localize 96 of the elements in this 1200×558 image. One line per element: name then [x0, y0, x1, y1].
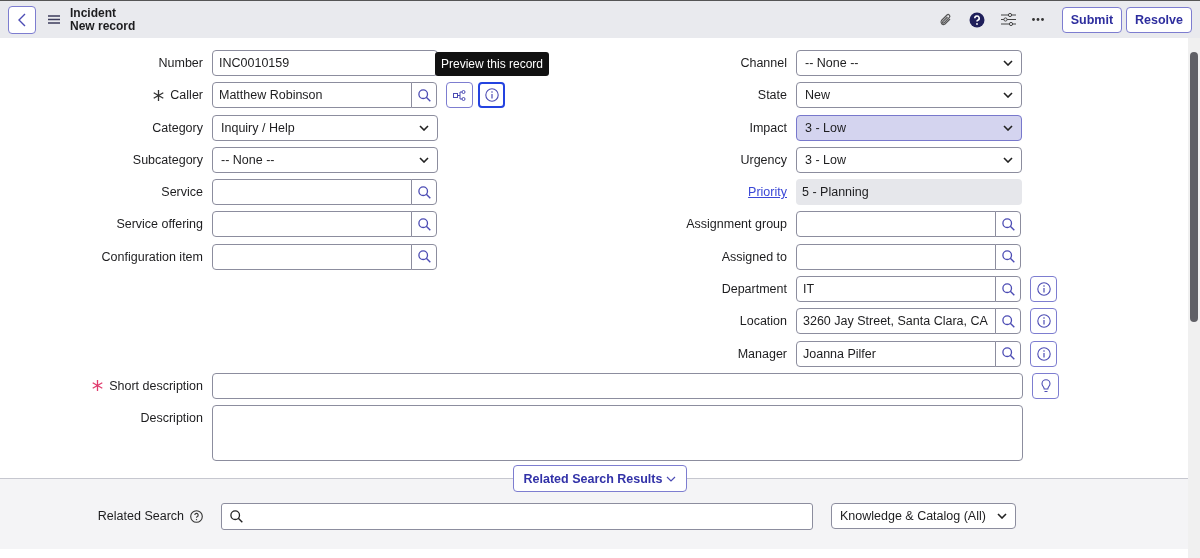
sliders-icon[interactable]: [1000, 13, 1016, 26]
search-field[interactable]: [221, 502, 813, 530]
help-icon[interactable]: [190, 509, 203, 523]
input-field[interactable]: [212, 211, 412, 238]
scrollbar[interactable]: [1188, 38, 1200, 558]
info-icon: [1036, 346, 1051, 361]
search-button[interactable]: [995, 340, 1021, 367]
search-button[interactable]: [995, 276, 1021, 303]
info-button[interactable]: [1030, 340, 1057, 367]
network-icon: [453, 89, 466, 101]
input-field[interactable]: INC0010159: [212, 50, 438, 76]
search-icon: [417, 185, 431, 199]
readonly-field: 5 - Planning: [796, 179, 1022, 206]
field-label: Description: [140, 411, 203, 426]
tooltip: Preview this record: [435, 52, 550, 77]
search-icon: [417, 88, 431, 102]
info-button[interactable]: [1030, 308, 1057, 335]
field-label: Service: [161, 185, 203, 200]
action-button[interactable]: Submit: [1061, 6, 1123, 33]
record-title: New record: [70, 19, 136, 33]
chevron-down-icon: [666, 475, 677, 482]
field-label: Category: [152, 120, 203, 135]
field-label: Assignment group: [686, 217, 787, 232]
chevron-left-icon: [17, 12, 27, 27]
search-icon: [1001, 347, 1015, 361]
chevron-down-icon: [997, 513, 1007, 520]
text-area[interactable]: [212, 405, 1023, 462]
search-icon: [1001, 314, 1015, 328]
lightbulb-icon: [1040, 378, 1051, 393]
chevron-down-icon: [1003, 92, 1013, 99]
field-label: Service offering: [116, 217, 203, 232]
input-field[interactable]: [796, 211, 996, 238]
field-label: Impact: [749, 120, 787, 135]
select-field[interactable]: 3 - Low: [796, 114, 1022, 141]
back-button[interactable]: [8, 5, 36, 34]
menu-icon[interactable]: [48, 15, 60, 24]
field-label: Configuration item: [101, 249, 203, 264]
search-button[interactable]: [411, 211, 437, 238]
search-button[interactable]: [995, 243, 1021, 270]
more-icon[interactable]: [1031, 18, 1044, 21]
input-field[interactable]: [212, 372, 1023, 399]
dependency-button[interactable]: [446, 82, 473, 109]
field-label: Number: [158, 56, 203, 70]
field-label: Urgency: [740, 152, 787, 167]
chevron-down-icon: [1003, 156, 1013, 163]
input-field[interactable]: [212, 179, 412, 206]
select-field[interactable]: -- None --: [212, 146, 438, 173]
input-field[interactable]: Matthew Robinson: [212, 82, 412, 109]
select-field[interactable]: Inquiry / Help: [212, 114, 438, 141]
field-label: Subcategory: [132, 152, 203, 167]
input-field[interactable]: Joanna Pilfer: [796, 340, 996, 367]
field-label: Assigned to: [721, 249, 787, 264]
chevron-down-icon: [1003, 60, 1013, 66]
chevron-down-icon: [419, 124, 429, 131]
field-label: Department: [721, 282, 787, 297]
field-label: Caller: [170, 88, 203, 103]
field-label: Short description: [109, 378, 203, 393]
related-results-toggle[interactable]: Related Search Results: [512, 465, 688, 493]
select-field[interactable]: Knowledge & Catalog (All): [831, 503, 1016, 530]
info-icon: [1036, 282, 1051, 297]
field-label: Channel: [740, 56, 787, 70]
search-icon: [417, 218, 431, 231]
info-button[interactable]: [1030, 276, 1057, 303]
select-field[interactable]: New: [796, 82, 1022, 109]
search-icon: [417, 250, 431, 264]
chevron-down-icon: [1003, 124, 1013, 131]
input-field[interactable]: 3260 Jay Street, Santa Clara, CA: [796, 308, 996, 335]
search-button[interactable]: [411, 82, 437, 109]
search-icon: [1001, 218, 1015, 231]
field-label-link[interactable]: Priority: [748, 185, 787, 200]
scrollbar-thumb[interactable]: [1190, 52, 1198, 322]
search-button[interactable]: [411, 179, 437, 206]
input-field[interactable]: IT: [796, 276, 996, 303]
input-field[interactable]: [796, 243, 996, 270]
search-button[interactable]: [411, 243, 437, 270]
search-icon: [1001, 250, 1015, 264]
info-icon: [1036, 314, 1051, 329]
suggestion-button[interactable]: [1032, 372, 1059, 399]
select-field[interactable]: -- None --: [796, 50, 1022, 76]
record-type-title: Incident: [70, 6, 117, 20]
search-icon: [230, 509, 243, 523]
action-button[interactable]: Resolve: [1126, 6, 1192, 33]
field-label: Location: [739, 314, 787, 329]
search-icon: [1001, 282, 1015, 296]
select-field[interactable]: 3 - Low: [796, 146, 1022, 173]
search-button[interactable]: [995, 308, 1021, 335]
input-field[interactable]: [212, 243, 412, 270]
info-icon: [484, 88, 499, 103]
field-label: Related Search: [96, 509, 184, 524]
field-label: State: [757, 88, 787, 103]
help-icon[interactable]: [968, 11, 985, 28]
chevron-down-icon: [419, 156, 429, 163]
search-button[interactable]: [995, 211, 1021, 238]
paperclip-icon[interactable]: [938, 11, 953, 28]
field-label: Manager: [737, 346, 787, 361]
info-button[interactable]: [478, 82, 505, 109]
